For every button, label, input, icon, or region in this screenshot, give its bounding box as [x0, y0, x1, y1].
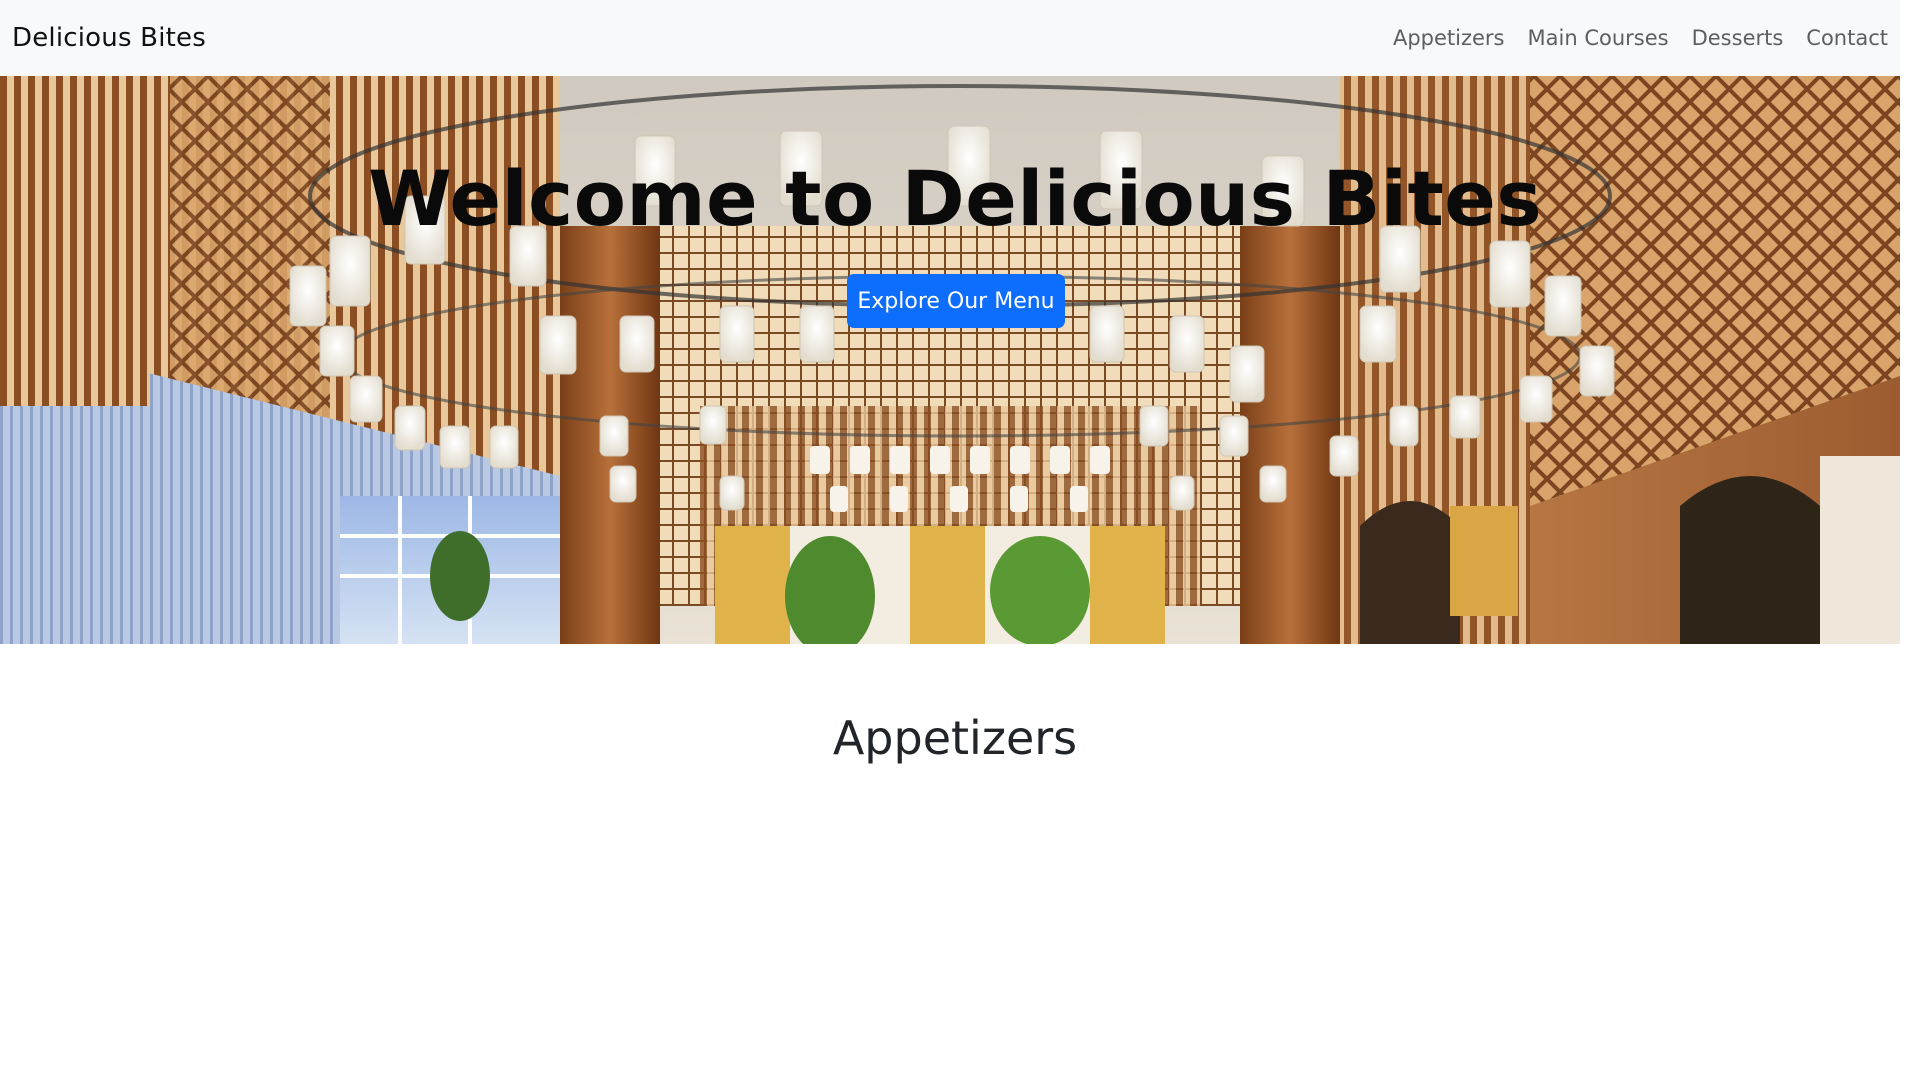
explore-menu-button[interactable]: Explore Our Menu	[847, 274, 1065, 328]
nav-links: Appetizers Main Courses Desserts Contact	[1393, 26, 1888, 50]
nav-link-contact[interactable]: Contact	[1806, 26, 1888, 50]
navbar: Delicious Bites Appetizers Main Courses …	[0, 0, 1900, 76]
nav-link-appetizers[interactable]: Appetizers	[1393, 26, 1505, 50]
hero-section: Welcome to Delicious Bites Explore Our M…	[0, 76, 1900, 644]
brand-logo-text[interactable]: Delicious Bites	[12, 23, 206, 53]
section-title-appetizers: Appetizers	[832, 711, 1078, 765]
nav-link-desserts[interactable]: Desserts	[1692, 26, 1784, 50]
hero-title: Welcome to Delicious Bites	[367, 154, 1543, 243]
nav-link-main-courses[interactable]: Main Courses	[1528, 26, 1669, 50]
